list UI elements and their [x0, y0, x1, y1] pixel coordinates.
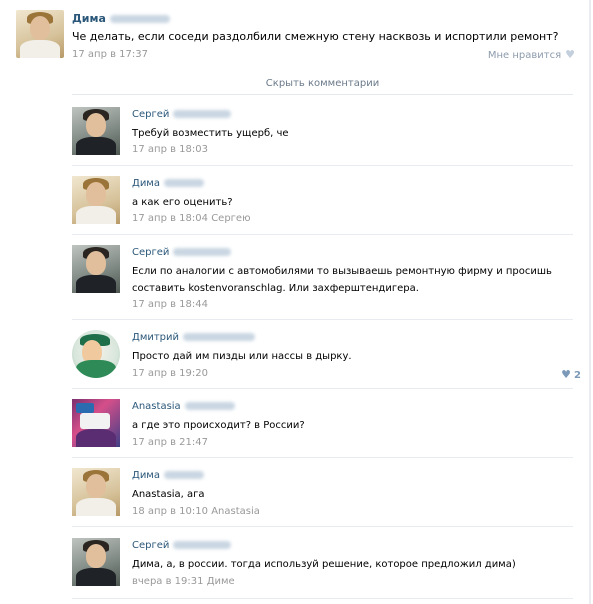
comment-date[interactable]: 18 апр в 10:10 Anastasia: [132, 506, 260, 517]
comment-date[interactable]: 17 апр в 18:04 Сергею: [132, 213, 251, 224]
comment-item: Дима Anastasia, ага 18 апр в 10:10 Anast…: [72, 458, 573, 527]
comment-date[interactable]: вчера в 19:31 Диме: [132, 576, 235, 587]
author-avatar[interactable]: [16, 10, 64, 58]
comment-text: Дима, а, в россии. тогда используй решен…: [132, 559, 516, 570]
commenter-avatar[interactable]: [72, 176, 120, 224]
comment-text: Anastasia, ага: [132, 489, 205, 500]
post-date[interactable]: 17 апр в 17:37: [72, 49, 148, 60]
comment-author[interactable]: Дмитрий: [132, 332, 256, 343]
comment-author[interactable]: Сергей: [132, 247, 232, 258]
post-author[interactable]: Дима: [72, 12, 170, 25]
wall-post: Дима Че делать, если соседи раздолбили с…: [16, 8, 577, 68]
comment-item: Сергей Если по аналогии с автомобилями т…: [72, 235, 573, 320]
comment-date[interactable]: 17 апр в 18:03: [132, 144, 208, 155]
comment-item: Дмитрий Просто дай им пизды или нассы в …: [72, 320, 581, 389]
comment-date[interactable]: 17 апр в 21:47: [132, 437, 208, 448]
comment-text: а как его оценить?: [132, 197, 233, 208]
comment-date[interactable]: 17 апр в 19:20: [132, 368, 208, 379]
comment-text: Если по аналогии с автомобилями то вызыв…: [132, 266, 552, 294]
comment-date[interactable]: 17 апр в 18:44: [132, 299, 208, 310]
scrollbar-track[interactable]: [589, 0, 591, 604]
heart-icon: ♥: [561, 368, 572, 381]
comment-author[interactable]: Дима: [132, 178, 204, 189]
like-button[interactable]: Мне нравится ♥: [488, 48, 575, 61]
heart-icon: ♥: [565, 48, 575, 61]
reply-to-link[interactable]: Anastasia: [211, 506, 260, 517]
comment-author[interactable]: Сергей: [132, 109, 232, 120]
comment-author[interactable]: Дима: [132, 470, 204, 481]
commenter-avatar[interactable]: [72, 107, 120, 155]
commenter-avatar[interactable]: [72, 245, 120, 293]
post-text: Че делать, если соседи раздолбили смежну…: [72, 30, 559, 43]
comment-item: Anastasia а где это происходит? в России…: [72, 389, 573, 458]
commenter-avatar[interactable]: [72, 538, 120, 586]
comment-item: Сергей Дима, а, в россии. тогда использу…: [72, 528, 573, 599]
comment-text: Требуй возместить ущерб, че: [132, 128, 289, 139]
comment-author[interactable]: Anastasia: [132, 401, 235, 412]
commenter-avatar[interactable]: [72, 399, 120, 447]
like-count: 2: [574, 370, 581, 381]
hide-comments-link[interactable]: Скрыть комментарии: [72, 74, 573, 95]
comment-text: а где это происходит? в России?: [132, 420, 305, 431]
comment-author[interactable]: Сергей: [132, 540, 232, 551]
commenter-avatar[interactable]: [72, 330, 120, 378]
reply-to-link[interactable]: Сергею: [211, 213, 250, 224]
comment-item: Дима а как его оценить? 17 апр в 18:04 С…: [72, 166, 573, 235]
like-label: Мне нравится: [487, 50, 562, 61]
comment-item: Сергей Требуй возместить ущерб, че 17 ап…: [72, 97, 573, 166]
commenter-avatar[interactable]: [72, 468, 120, 516]
comment-text: Просто дай им пизды или нассы в дырку.: [132, 351, 352, 362]
reply-to-link[interactable]: Диме: [207, 576, 235, 587]
comment-like-button[interactable]: ♥ 2: [557, 368, 581, 381]
